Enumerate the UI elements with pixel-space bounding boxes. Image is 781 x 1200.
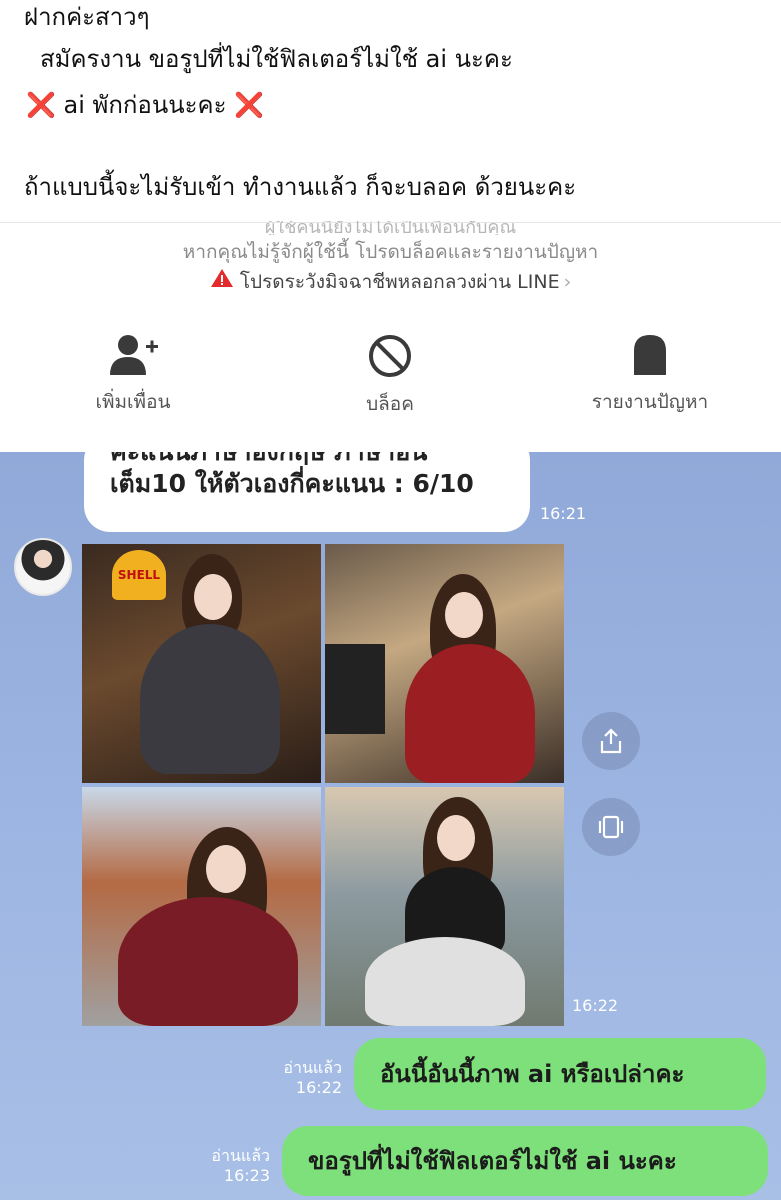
- block-label: บล็อค: [366, 393, 414, 415]
- add-friend-icon: [110, 335, 158, 375]
- figure: [118, 897, 298, 1026]
- photo-2[interactable]: [325, 544, 564, 783]
- outgoing-message-bubble: ขอรูปที่ไม่ใช้ฟิลเตอร์ไม่ใช้ ai นะคะ: [282, 1126, 768, 1196]
- face: [445, 592, 483, 638]
- cross-mark-icon: ❌: [234, 91, 265, 119]
- add-friend-button[interactable]: เพิ่มเพื่อน: [33, 333, 233, 417]
- shell-sign: SHELL: [112, 550, 166, 600]
- face: [194, 574, 232, 620]
- face: [437, 815, 475, 861]
- contact-avatar[interactable]: [14, 538, 72, 596]
- photo-1[interactable]: SHELL: [82, 544, 321, 783]
- report-label: รายงานปัญหา: [591, 391, 709, 413]
- photo-grid[interactable]: SHELL: [82, 544, 564, 1026]
- chat-area[interactable]: คะแนนภาษาองกฤษ ภาษาอน เต็ม10 ให้ตัวเองกี…: [0, 452, 781, 1200]
- caption-line-4: ถ้าแบบนี้จะไม่รับเข้า ทำงานแล้ว ก็จะบลอค…: [24, 173, 577, 201]
- photos-time: 16:22: [572, 996, 619, 1015]
- photo-4[interactable]: [325, 787, 564, 1026]
- outgoing-time: 16:23: [223, 1166, 270, 1185]
- block-button[interactable]: บล็อค: [290, 333, 490, 419]
- faded-notice-text: ผู้ใช้คนนี้ยังไม่ได้เป็นเพื่อนกับคุณ: [264, 221, 517, 235]
- report-icon: [634, 335, 666, 375]
- read-label: อ่านแล้ว: [283, 1058, 342, 1077]
- scam-warning-text: โปรดระวังมิจฉาชีพหลอกลวงผ่าน LINE: [239, 271, 560, 293]
- outgoing-message-bubble: อันนี้อันนี้ภาพ ai หรือเปล่าคะ: [354, 1038, 766, 1110]
- read-label: อ่านแล้ว: [211, 1146, 270, 1165]
- face: [206, 845, 246, 893]
- stranger-info-text: หากคุณไม่รู้จักผู้ใช้นี้ โปรดบล็อคและราย…: [182, 241, 599, 263]
- figure: [140, 624, 280, 774]
- warning-triangle-icon: [210, 268, 234, 293]
- cross-mark-icon: ❌: [26, 91, 56, 119]
- read-receipt: อ่านแล้ว 16:23: [198, 1146, 270, 1186]
- caption-line-2: สมัครงาน ขอรูปที่ไม่ใช้ฟิลเตอร์ไม่ใช้ ai…: [40, 45, 513, 73]
- report-button[interactable]: รายงานปัญหา: [550, 333, 750, 417]
- scam-warning-link[interactable]: โปรดระวังมิจฉาชีพหลอกลวงผ่าน LINE ›: [0, 267, 781, 297]
- message-time: 16:21: [540, 504, 587, 523]
- incoming-message-line-2: เต็ม10 ให้ตัวเองกี่คะแนน : 6/10: [110, 469, 474, 498]
- block-icon: [369, 335, 411, 377]
- caption-area: ฝากค่ะสาวๆ สมัครงาน ขอรูปที่ไม่ใช้ฟิลเตอ…: [0, 0, 781, 222]
- chevron-right-icon: ›: [563, 271, 572, 293]
- photo-3[interactable]: [82, 787, 321, 1026]
- caption-line-3: ❌ ai พักก่อนนะคะ ❌: [26, 90, 264, 120]
- album-icon: [598, 815, 624, 839]
- outgoing-time: 16:22: [295, 1078, 342, 1097]
- stranger-notice-panel: ผู้ใช้คนนี้ยังไม่ได้เป็นเพื่อนกับคุณ หาก…: [0, 221, 781, 453]
- share-icon: [600, 728, 622, 754]
- read-receipt: อ่านแล้ว 16:22: [270, 1058, 342, 1098]
- incoming-message-bubble: คะแนนภาษาองกฤษ ภาษาอน เต็ม10 ให้ตัวเองกี…: [84, 452, 530, 532]
- share-button[interactable]: [582, 712, 640, 770]
- caption-line-1: ฝากค่ะสาวๆ: [24, 3, 150, 31]
- outgoing-message-text: อันนี้อันนี้ภาพ ai หรือเปล่าคะ: [380, 1060, 685, 1088]
- add-friend-label: เพิ่มเพื่อน: [95, 391, 171, 413]
- outgoing-message-text: ขอรูปที่ไม่ใช้ฟิลเตอร์ไม่ใช้ ai นะคะ: [308, 1147, 677, 1175]
- poster: [325, 644, 385, 734]
- caption-line-3-text: ai พักก่อนนะคะ: [63, 91, 227, 119]
- album-button[interactable]: [582, 798, 640, 856]
- figure-legs: [365, 937, 525, 1026]
- figure: [405, 644, 535, 783]
